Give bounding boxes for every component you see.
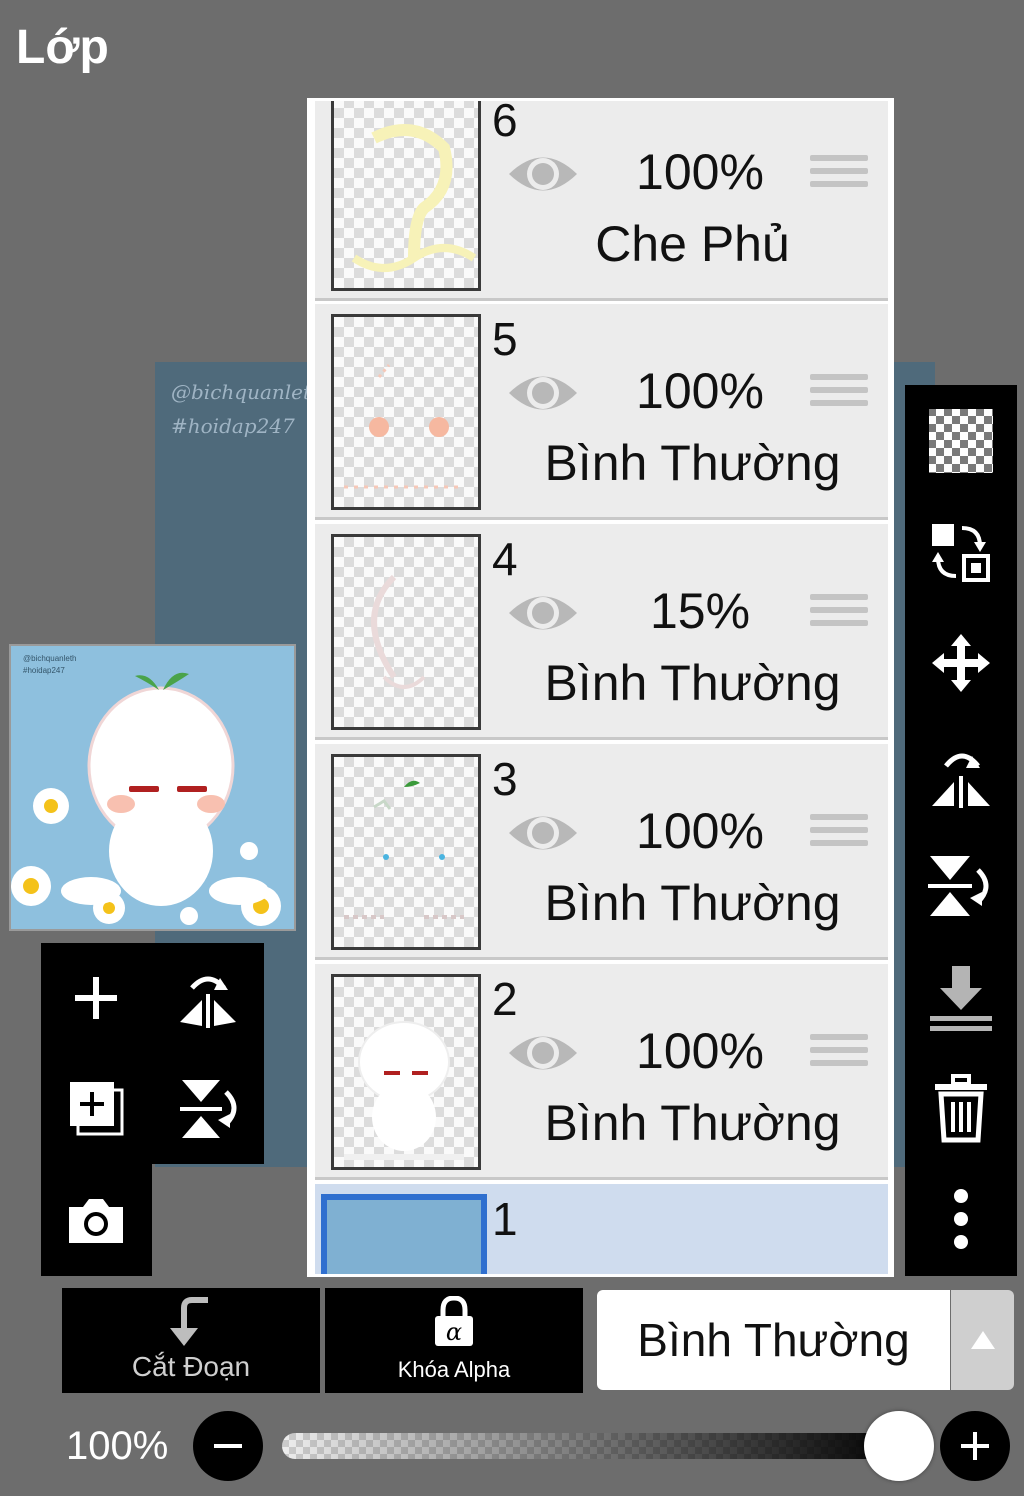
layer-number: 6 [492, 98, 518, 146]
flip-vertical-button[interactable] [158, 1058, 258, 1158]
swap-layer-button[interactable] [923, 513, 999, 589]
layer-thumbnail [331, 101, 481, 291]
visibility-toggle[interactable] [505, 149, 581, 204]
drag-handle-icon[interactable] [810, 814, 868, 853]
eye-icon [509, 157, 577, 191]
eye-icon [509, 596, 577, 630]
layer-opacity: 100% [636, 1023, 764, 1079]
delete-layer-button[interactable] [923, 1071, 999, 1147]
opacity-increase-button[interactable] [940, 1411, 1010, 1481]
opacity-value: 100% [66, 1424, 169, 1468]
layer-blend-mode: Che Phủ [595, 216, 790, 272]
layer-row-6[interactable]: 6 100% Che Phủ [315, 98, 888, 301]
opacity-slider-track[interactable] [282, 1433, 902, 1459]
drag-handle-icon[interactable] [810, 594, 868, 633]
flip-vertical-button[interactable] [923, 847, 999, 923]
alpha-lock-button[interactable]: α Khóa Alpha [325, 1288, 583, 1393]
eye-icon [509, 816, 577, 850]
visibility-toggle[interactable] [505, 1028, 581, 1083]
opacity-slider-thumb[interactable] [864, 1411, 934, 1481]
panel-title: Lớp [16, 21, 109, 74]
drag-handle-icon[interactable] [810, 155, 868, 194]
more-options-button[interactable] [923, 1181, 999, 1257]
trash-icon [935, 1074, 987, 1143]
layer-opacity: 100% [636, 363, 764, 419]
layer-number: 4 [492, 533, 518, 585]
layer-tools-panel [41, 943, 264, 1164]
canvas-preview[interactable]: @bichquanleth #hoidap247 [9, 644, 296, 931]
right-toolbar [905, 385, 1017, 1276]
plus-icon [961, 1432, 989, 1460]
preview-artwork [11, 672, 281, 926]
flip-horizontal-icon [180, 976, 236, 1028]
flip-vertical-icon [928, 856, 989, 916]
merge-down-icon [930, 966, 992, 1031]
canvas-watermark-tag: #hoidap247 [171, 414, 295, 438]
clipping-button[interactable]: Cắt Đoạn [62, 1288, 320, 1393]
drag-handle-icon[interactable] [810, 1034, 868, 1073]
eye-icon [509, 1036, 577, 1070]
flip-horizontal-icon [932, 753, 990, 808]
drag-handle-icon[interactable] [810, 374, 868, 413]
alpha-lock-icon: α [435, 1296, 473, 1346]
blend-mode-select[interactable]: Bình Thường [597, 1290, 950, 1390]
duplicate-layer-button[interactable] [46, 1058, 146, 1158]
add-layer-icon [75, 977, 117, 1019]
visibility-toggle[interactable] [505, 588, 581, 643]
layer-thumbnail [321, 1194, 487, 1274]
layer-row-3[interactable]: 3 100% Bình Thường [315, 744, 888, 960]
layer-number: 5 [492, 313, 518, 365]
layer-opacity: 100% [636, 803, 764, 859]
opacity-decrease-button[interactable] [193, 1411, 263, 1481]
visibility-toggle[interactable] [505, 368, 581, 423]
duplicate-layer-icon [70, 1082, 124, 1136]
move-button[interactable] [923, 625, 999, 701]
layer-row-1[interactable]: 1 [315, 1184, 888, 1274]
layer-thumbnail [331, 534, 481, 730]
layer-blend-mode: Bình Thường [544, 875, 841, 931]
layer-list[interactable]: 6 100% Che Phủ 5 100% Bình Thường 4 15% … [307, 98, 894, 1277]
svg-text:α: α [446, 1318, 462, 1346]
visibility-toggle[interactable] [505, 808, 581, 863]
layer-row-2[interactable]: 2 100% Bình Thường [315, 964, 888, 1180]
minus-icon [214, 1444, 242, 1448]
eye-icon [509, 376, 577, 410]
merge-down-button[interactable] [923, 959, 999, 1035]
more-icon [954, 1189, 968, 1249]
move-icon [932, 634, 990, 692]
alpha-lock-label: Khóa Alpha [397, 1357, 511, 1382]
camera-button[interactable] [46, 1170, 146, 1270]
flip-vertical-icon [180, 1080, 237, 1138]
chevron-up-icon [970, 1331, 995, 1349]
flip-horizontal-button[interactable] [158, 948, 258, 1048]
layer-thumbnail [331, 754, 481, 950]
clip-arrow-icon [170, 1297, 208, 1346]
swap-layer-icon [932, 524, 990, 582]
layer-opacity: 100% [636, 144, 764, 200]
layer-row-4[interactable]: 4 15% Bình Thường [315, 524, 888, 740]
add-layer-button[interactable] [46, 948, 146, 1048]
transparency-icon [929, 409, 993, 473]
layer-number: 2 [492, 973, 518, 1025]
layer-row-5[interactable]: 5 100% Bình Thường [315, 304, 888, 520]
canvas-watermark-handle: @bichquanleth [171, 380, 324, 404]
layer-opacity: 15% [649, 583, 751, 639]
layer-thumbnail [331, 974, 481, 1170]
layer-blend-mode: Bình Thường [544, 435, 841, 491]
camera-icon [69, 1199, 123, 1243]
camera-panel [41, 1164, 152, 1276]
clipping-label: Cắt Đoạn [131, 1351, 251, 1382]
layer-thumbnail [331, 314, 481, 510]
layer-blend-mode: Bình Thường [544, 655, 841, 711]
layer-number: 1 [492, 1193, 518, 1245]
flip-horizontal-button[interactable] [923, 735, 999, 811]
blend-mode-dropdown-button[interactable] [951, 1290, 1014, 1390]
transparency-button[interactable] [923, 403, 999, 479]
layer-blend-mode: Bình Thường [544, 1095, 841, 1151]
layer-number: 3 [492, 753, 518, 805]
